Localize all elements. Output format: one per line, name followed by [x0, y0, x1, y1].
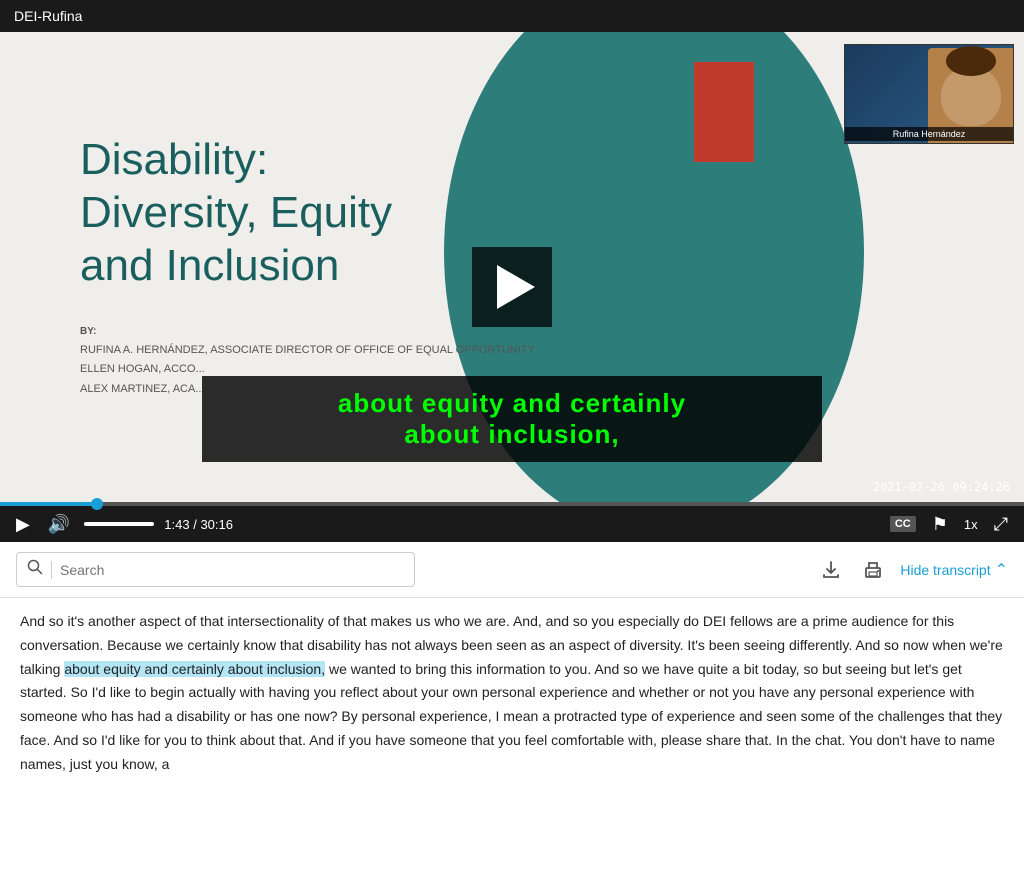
by-label: BY:: [80, 323, 1024, 341]
hide-transcript-button[interactable]: Hide transcript ⌃: [900, 560, 1008, 580]
window-title: DEI-Rufina: [14, 8, 82, 24]
download-button[interactable]: [816, 555, 846, 585]
speaker-thumbnail: ♿ ℹ 🗣 🚶 Rufina Hernández: [844, 44, 1014, 144]
title-bar: DEI-Rufina: [0, 0, 1024, 32]
volume-button[interactable]: 🔊: [44, 512, 74, 537]
red-decoration: [694, 62, 754, 162]
progress-track[interactable]: [0, 502, 1024, 506]
chevron-up-icon: ⌃: [995, 560, 1008, 580]
play-pause-icon: ▶: [16, 514, 30, 535]
bookmark-button[interactable]: ⚑: [928, 512, 952, 537]
search-divider: [51, 561, 52, 579]
caption-line2: about inclusion,: [230, 419, 794, 450]
total-time: 30:16: [200, 517, 233, 532]
hide-transcript-label: Hide transcript: [900, 562, 990, 578]
video-player: Disability:Diversity, Equityand Inclusio…: [0, 32, 1024, 542]
transcript-highlighted-text: about equity and certainly about inclusi…: [64, 661, 325, 677]
transcript-toolbar: Hide transcript ⌃: [0, 542, 1024, 598]
time-sep: /: [193, 517, 197, 532]
fullscreen-button[interactable]: ⤢: [990, 512, 1012, 537]
controls-right: CC ⚑ 1x ⤢: [890, 512, 1012, 537]
search-input[interactable]: [60, 562, 404, 578]
flag-icon: ⚑: [932, 514, 948, 535]
progress-fill: [0, 502, 98, 506]
play-pause-button[interactable]: ▶: [12, 512, 34, 537]
play-button[interactable]: [472, 247, 552, 327]
transcript-area: And so it's another aspect of that inter…: [0, 598, 1024, 797]
fullscreen-icon: ⤢: [994, 514, 1008, 535]
speaker-avatar: [941, 66, 1001, 126]
cc-button[interactable]: CC: [890, 516, 916, 532]
search-icon: [27, 559, 43, 580]
play-triangle-icon: [497, 265, 535, 309]
video-timestamp: 2021-02-26 09:24:26: [873, 480, 1010, 494]
volume-slider[interactable]: [84, 522, 154, 526]
current-time: 1:43: [164, 517, 189, 532]
search-wrapper: [16, 552, 415, 587]
transcript-paragraph: And so it's another aspect of that inter…: [20, 610, 1004, 777]
controls-row: ▶ 🔊 1:43 / 30:16 CC ⚑ 1x ⤢: [0, 506, 1024, 542]
time-display: 1:43 / 30:16: [164, 517, 233, 532]
caption-overlay: about equity and certainly about inclusi…: [202, 376, 822, 462]
speaker-name: Rufina Hernández: [845, 127, 1013, 141]
transcript-text-after: we wanted to bring this information to y…: [20, 661, 1002, 772]
volume-icon: 🔊: [48, 514, 70, 535]
print-button[interactable]: [858, 555, 888, 585]
speed-label[interactable]: 1x: [964, 517, 978, 532]
caption-line1: about equity and certainly: [230, 388, 794, 419]
video-controls-bar: ▶ 🔊 1:43 / 30:16 CC ⚑ 1x ⤢: [0, 502, 1024, 542]
